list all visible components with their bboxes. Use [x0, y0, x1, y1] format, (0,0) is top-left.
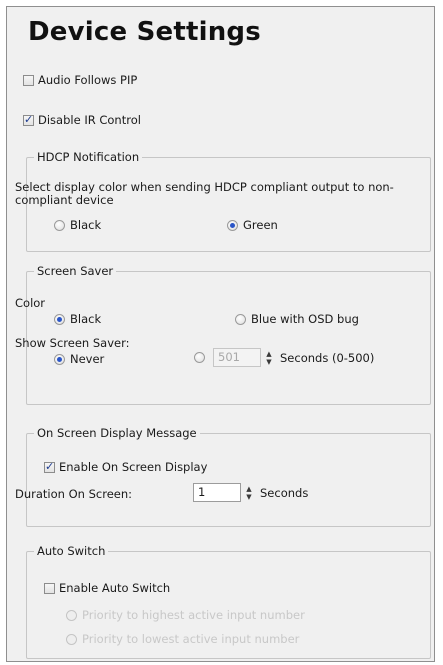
auto-switch-lowest-label: Priority to lowest active input number: [82, 632, 300, 646]
auto-switch-highest-radio[interactable]: [66, 609, 77, 621]
hdcp-green-label: Green: [243, 218, 278, 232]
screen-saver-color-label: Color: [15, 296, 46, 310]
auto-switch-legend: Auto Switch: [34, 544, 109, 558]
osd-legend: On Screen Display Message: [34, 426, 200, 440]
auto-switch-lowest-option[interactable]: Priority to lowest active input number: [66, 632, 299, 646]
screen-saver-seconds-input[interactable]: 501: [213, 348, 261, 367]
hdcp-black-radio[interactable]: [54, 219, 65, 231]
hdcp-option-black[interactable]: Black: [54, 218, 101, 232]
osd-enable-label: Enable On Screen Display: [59, 460, 208, 474]
auto-switch-highest-label: Priority to highest active input number: [82, 608, 305, 622]
hdcp-green-radio[interactable]: [227, 219, 238, 231]
screen-saver-blue-radio[interactable]: [235, 313, 246, 325]
auto-switch-highest-option[interactable]: Priority to highest active input number: [66, 608, 305, 622]
screen-saver-group: Screen Saver Color Black Blue with OSD b…: [15, 264, 431, 405]
osd-enable-checkbox[interactable]: Enable On Screen Display: [44, 460, 207, 474]
auto-switch-lowest-radio[interactable]: [66, 633, 77, 645]
audio-follows-pip-label: Audio Follows PIP: [38, 73, 138, 87]
osd-duration-input[interactable]: 1: [193, 483, 241, 502]
screen-saver-seconds-spinner[interactable]: 501 ▲ ▼ Seconds (0-500): [213, 348, 374, 367]
page-title: Device Settings: [28, 17, 261, 47]
auto-switch-enable-checkbox[interactable]: Enable Auto Switch: [44, 581, 170, 595]
screen-saver-seconds-unit: Seconds (0-500): [280, 350, 375, 365]
screen-saver-seconds-arrows[interactable]: ▲ ▼: [262, 348, 276, 367]
screen-saver-blue-label: Blue with OSD bug: [251, 312, 359, 326]
audio-follows-pip-checkbox[interactable]: Audio Follows PIP: [23, 73, 137, 87]
spinner-down-icon[interactable]: ▼: [246, 493, 251, 501]
screen-saver-color-blue[interactable]: Blue with OSD bug: [235, 312, 359, 326]
screen-saver-legend: Screen Saver: [34, 264, 117, 278]
disable-ir-box[interactable]: [23, 113, 34, 126]
osd-duration-label: Duration On Screen:: [15, 487, 133, 501]
disable-ir-label: Disable IR Control: [38, 113, 141, 127]
audio-follows-pip-box[interactable]: [23, 74, 34, 86]
hdcp-legend: HDCP Notification: [34, 150, 143, 164]
disable-ir-checkbox[interactable]: Disable IR Control: [23, 113, 141, 127]
osd-message-group: On Screen Display Message Enable On Scre…: [15, 426, 431, 527]
spinner-up-icon[interactable]: ▲: [246, 485, 251, 493]
screen-saver-color-black[interactable]: Black: [54, 312, 101, 326]
hdcp-notification-group: HDCP Notification Select display color w…: [15, 150, 431, 252]
auto-switch-enable-label: Enable Auto Switch: [59, 581, 171, 595]
screen-saver-never-option[interactable]: Never: [54, 352, 104, 366]
device-settings-panel: Device Settings Audio Follows PIP Disabl…: [6, 6, 435, 662]
osd-duration-unit: Seconds: [260, 485, 309, 500]
screen-saver-never-label: Never: [70, 352, 105, 366]
spinner-down-icon[interactable]: ▼: [266, 358, 271, 366]
osd-duration-spinner[interactable]: 1 ▲ ▼ Seconds: [193, 483, 308, 502]
hdcp-black-label: Black: [70, 218, 102, 232]
auto-switch-group: Auto Switch Enable Auto Switch Priority …: [26, 544, 431, 659]
screen-saver-seconds-radio[interactable]: [194, 352, 205, 363]
screen-saver-seconds-option[interactable]: [194, 352, 210, 363]
hdcp-option-green[interactable]: Green: [227, 218, 278, 232]
show-screen-saver-label: Show Screen Saver:: [15, 336, 130, 350]
auto-switch-enable-box[interactable]: [44, 582, 55, 594]
osd-enable-box[interactable]: [44, 460, 55, 473]
hdcp-description: Select display color when sending HDCP c…: [15, 180, 394, 207]
screen-saver-never-radio[interactable]: [54, 353, 65, 365]
screen-saver-black-radio[interactable]: [54, 313, 65, 325]
screen-saver-black-label: Black: [70, 312, 102, 326]
osd-duration-arrows[interactable]: ▲ ▼: [242, 483, 256, 502]
spinner-up-icon[interactable]: ▲: [266, 350, 271, 358]
